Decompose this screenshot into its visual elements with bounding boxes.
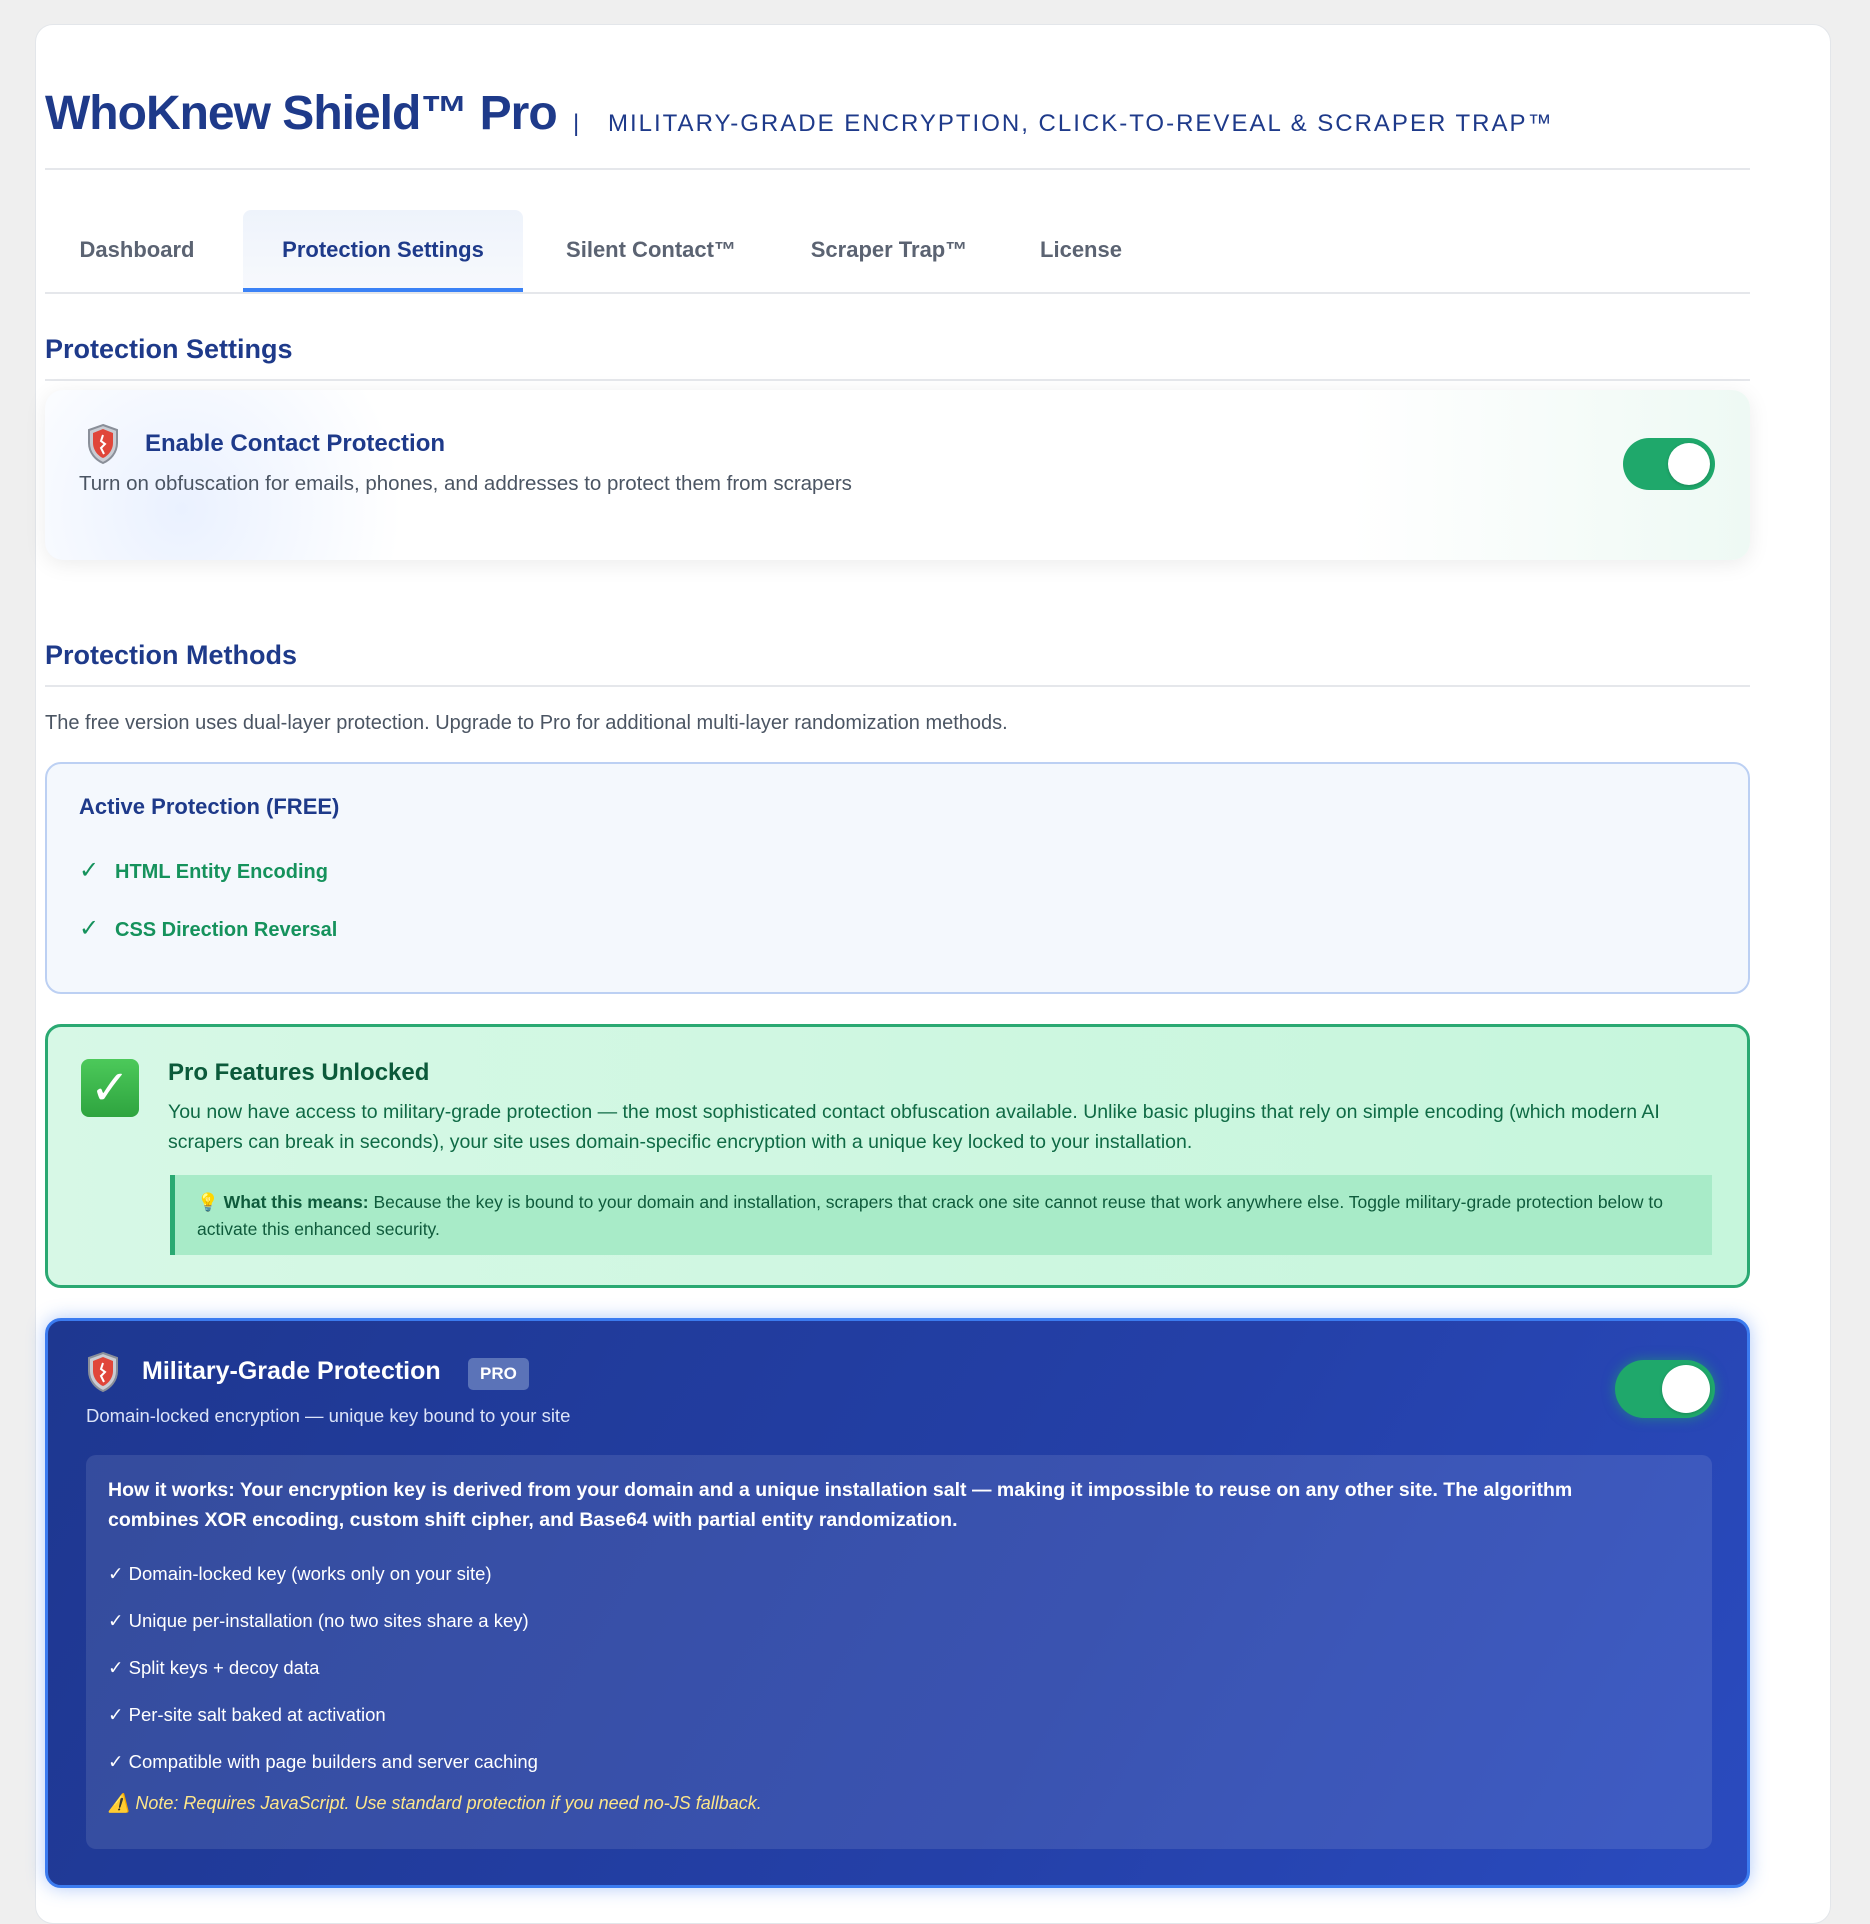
tab-silent-contact[interactable]: Silent Contact™	[535, 210, 767, 290]
check-icon: ✓	[79, 915, 100, 942]
shield-icon	[88, 423, 118, 465]
list-item-label: HTML Entity Encoding	[115, 861, 328, 883]
lightbulb-icon: 💡	[197, 1192, 219, 1212]
page-header: WhoKnew Shield™ Pro | MILITARY-GRADE ENC…	[45, 68, 1750, 170]
header-separator: |	[573, 110, 580, 137]
military-grade-box: Military-Grade Protection PRO Domain-loc…	[45, 1318, 1750, 1888]
list-item: ✓ Per-site salt baked at activation	[108, 1704, 386, 1725]
enable-protection-description: Turn on obfuscation for emails, phones, …	[79, 472, 852, 495]
toggle-knob	[1668, 443, 1710, 485]
list-item: ✓ Unique per-installation (no two sites …	[108, 1610, 529, 1631]
methods-description: The free version uses dual-layer protect…	[45, 712, 1008, 734]
section-heading: Protection Methods	[45, 640, 1750, 687]
javascript-warning: ⚠️ Note: Requires JavaScript. Use standa…	[108, 1793, 762, 1813]
free-protection-title: Active Protection (FREE)	[79, 794, 340, 819]
section-heading: Protection Settings	[45, 334, 1750, 381]
brand-title: WhoKnew Shield™ Pro	[45, 87, 558, 140]
tab-protection-settings[interactable]: Protection Settings	[243, 210, 523, 292]
shield-icon	[88, 1351, 118, 1393]
enable-protection-toggle[interactable]	[1623, 438, 1715, 490]
enable-protection-title: Enable Contact Protection	[145, 430, 446, 457]
military-grade-subtitle: Domain-locked encryption — unique key bo…	[86, 1405, 571, 1426]
list-item: ✓ HTML Entity Encoding	[79, 856, 328, 885]
tab-dashboard[interactable]: Dashboard	[45, 210, 229, 290]
list-item: ✓ Compatible with page builders and serv…	[108, 1751, 538, 1772]
list-item: ✓ Domain-locked key (works only on your …	[108, 1563, 492, 1584]
pro-unlocked-text: You now have access to military-grade pr…	[168, 1101, 1660, 1153]
tab-bar: Dashboard Protection Settings Silent Con…	[45, 184, 1750, 294]
note-text: Because the key is bound to your domain …	[197, 1192, 1663, 1239]
protection-methods-section: Protection Methods	[45, 640, 1750, 687]
header-tagline: MILITARY-GRADE ENCRYPTION, CLICK-TO-REVE…	[608, 110, 1554, 137]
check-icon: ✓	[79, 857, 100, 884]
how-it-works-panel: How it works: Your encryption key is der…	[86, 1455, 1712, 1849]
protection-settings-section: Protection Settings	[45, 334, 1750, 381]
military-grade-toggle[interactable]	[1615, 1360, 1715, 1418]
list-item: ✓ Split keys + decoy data	[108, 1657, 320, 1678]
pro-unlocked-title: Pro Features Unlocked	[168, 1059, 430, 1086]
pro-unlocked-note: 💡 What this means: Because the key is bo…	[170, 1175, 1712, 1255]
pro-badge: PRO	[468, 1358, 529, 1390]
tab-scraper-trap[interactable]: Scraper Trap™	[781, 210, 997, 290]
free-protection-box: Active Protection (FREE) ✓ HTML Entity En…	[45, 762, 1750, 994]
tab-license[interactable]: License	[1011, 210, 1151, 290]
pro-unlocked-box: ✓ Pro Features Unlocked You now have acc…	[45, 1024, 1750, 1288]
check-mark-icon: ✓	[81, 1059, 139, 1117]
toggle-knob	[1662, 1365, 1710, 1413]
enable-protection-panel: Enable Contact Protection Turn on obfusc…	[45, 390, 1750, 560]
note-label: What this means:	[223, 1192, 369, 1212]
list-item-label: CSS Direction Reversal	[115, 919, 338, 941]
military-grade-title: Military-Grade Protection	[142, 1357, 441, 1385]
list-item: ✓ CSS Direction Reversal	[79, 914, 337, 943]
how-it-works-text: How it works: Your encryption key is der…	[108, 1479, 1573, 1531]
